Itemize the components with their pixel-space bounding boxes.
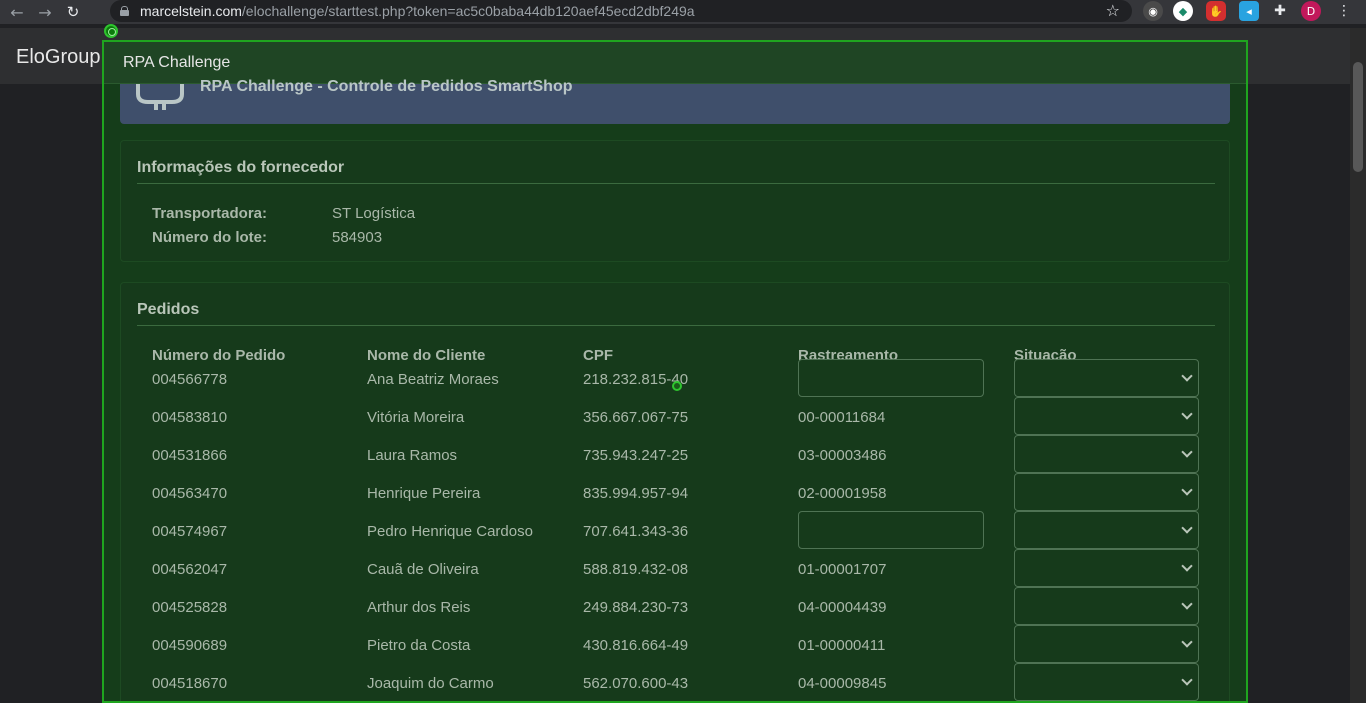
tracking-cell: 00-00011684 [798,409,886,426]
extension-spy-icon[interactable]: ◉ [1143,1,1163,21]
chevron-down-icon [1181,484,1193,496]
order-number-cell: 004518670 [152,675,228,692]
customer-name-cell: Pietro da Costa [367,637,471,654]
status-select[interactable] [1014,587,1199,625]
extension-stop-icon[interactable]: ✋ [1206,1,1226,21]
tracking-input[interactable] [798,511,984,549]
batch-number-label: Número do lote: [152,229,267,246]
customer-name-cell: Joaquim do Carmo [367,675,494,692]
customer-name-cell: Laura Ramos [367,447,458,464]
tracking-cell: 03-00003486 [798,447,887,464]
rpa-challenge-container: RPA Challenge RPA Challenge - Controle d… [102,40,1248,703]
status-select[interactable] [1014,625,1199,663]
cpf-cell: 835.994.957-94 [583,485,689,502]
extension-sound-icon[interactable]: ◂ [1239,1,1259,21]
mouse-cursor-indicator [672,381,682,391]
chevron-down-icon [1181,446,1193,458]
order-number-cell: 004531866 [152,447,228,464]
bookmark-star-icon[interactable]: ☆ [1106,1,1120,20]
supplier-info-card: Informações do fornecedor Transportadora… [120,140,1230,262]
tracking-cell: 04-00009845 [798,675,887,692]
chevron-down-icon [1181,560,1193,572]
status-select[interactable] [1014,359,1199,397]
reload-icon[interactable]: ↻ [62,1,84,23]
customer-name-cell: Vitória Moreira [367,409,465,426]
col-header-customer-name: Nome do Cliente [367,347,486,364]
tracking-input[interactable] [798,359,984,397]
status-select[interactable] [1014,663,1199,701]
status-select[interactable] [1014,549,1199,587]
order-number-cell: 004563470 [152,485,228,502]
order-number-cell: 004562047 [152,561,228,578]
order-number-cell: 004566778 [152,371,228,388]
address-bar[interactable]: marcelstein.com/elochallenge/starttest.p… [110,0,1132,22]
carrier-label: Transportadora: [152,205,268,222]
scrollbar-thumb[interactable] [1353,62,1363,172]
profile-avatar[interactable]: D [1301,1,1321,21]
orders-card-title: Pedidos [137,301,200,318]
tracking-cell: 02-00001958 [798,485,887,502]
header-banner: RPA Challenge - Controle de Pedidos Smar… [120,78,1230,124]
order-number-cell: 004574967 [152,523,228,540]
order-number-cell: 004525828 [152,599,228,616]
divider [137,325,1215,326]
customer-name-cell: Arthur dos Reis [367,599,471,616]
chevron-down-icon [1181,674,1193,686]
back-arrow-icon[interactable]: ← [6,1,28,23]
carrier-value: ST Logística [332,205,416,222]
status-select[interactable] [1014,397,1199,435]
supplier-card-title: Informações do fornecedor [137,159,345,176]
chevron-down-icon [1181,370,1193,382]
url-text: marcelstein.com/elochallenge/starttest.p… [140,3,695,19]
target-icon [104,24,118,38]
extension-location-icon[interactable]: ◆ [1173,1,1193,21]
lock-icon [120,6,129,16]
page-scrollbar[interactable] [1350,28,1366,703]
kebab-menu-icon[interactable]: ⋮ [1334,1,1354,21]
tracking-cell: 01-00000411 [798,637,886,654]
cpf-cell: 356.667.067-75 [583,409,689,426]
cpf-cell: 588.819.432-08 [583,561,689,578]
customer-name-cell: Pedro Henrique Cardoso [367,523,533,540]
status-select[interactable] [1014,435,1199,473]
order-number-cell: 004583810 [152,409,228,426]
orders-card: Pedidos Número do Pedido Nome do Cliente… [120,282,1230,701]
robot-icon [136,84,184,110]
divider [137,183,1215,184]
chevron-down-icon [1181,408,1193,420]
customer-name-cell: Cauã de Oliveira [367,561,479,578]
chevron-down-icon [1181,598,1193,610]
chevron-down-icon [1181,636,1193,648]
cpf-cell: 430.816.664-49 [583,637,689,654]
col-header-cpf: CPF [583,347,613,364]
status-select[interactable] [1014,511,1199,549]
customer-name-cell: Henrique Pereira [367,485,481,502]
cpf-cell: 562.070.600-43 [583,675,689,692]
cpf-cell: 707.641.343-36 [583,523,689,540]
col-header-order-number: Número do Pedido [152,347,286,364]
cpf-cell: 735.943.247-25 [583,447,689,464]
tracking-cell: 01-00001707 [798,561,887,578]
banner-title: RPA Challenge - Controle de Pedidos Smar… [200,78,573,95]
tracking-cell: 04-00004439 [798,599,887,616]
forward-arrow-icon[interactable]: → [34,1,56,23]
batch-number-value: 584903 [332,229,383,246]
chevron-down-icon [1181,522,1193,534]
brand-logo-text[interactable]: EloGroup [16,46,101,69]
puzzle-icon[interactable]: ✚ [1270,1,1290,21]
customer-name-cell: Ana Beatriz Moraes [367,371,499,388]
order-number-cell: 004590689 [152,637,228,654]
cpf-cell: 249.884.230-73 [583,599,689,616]
status-select[interactable] [1014,473,1199,511]
